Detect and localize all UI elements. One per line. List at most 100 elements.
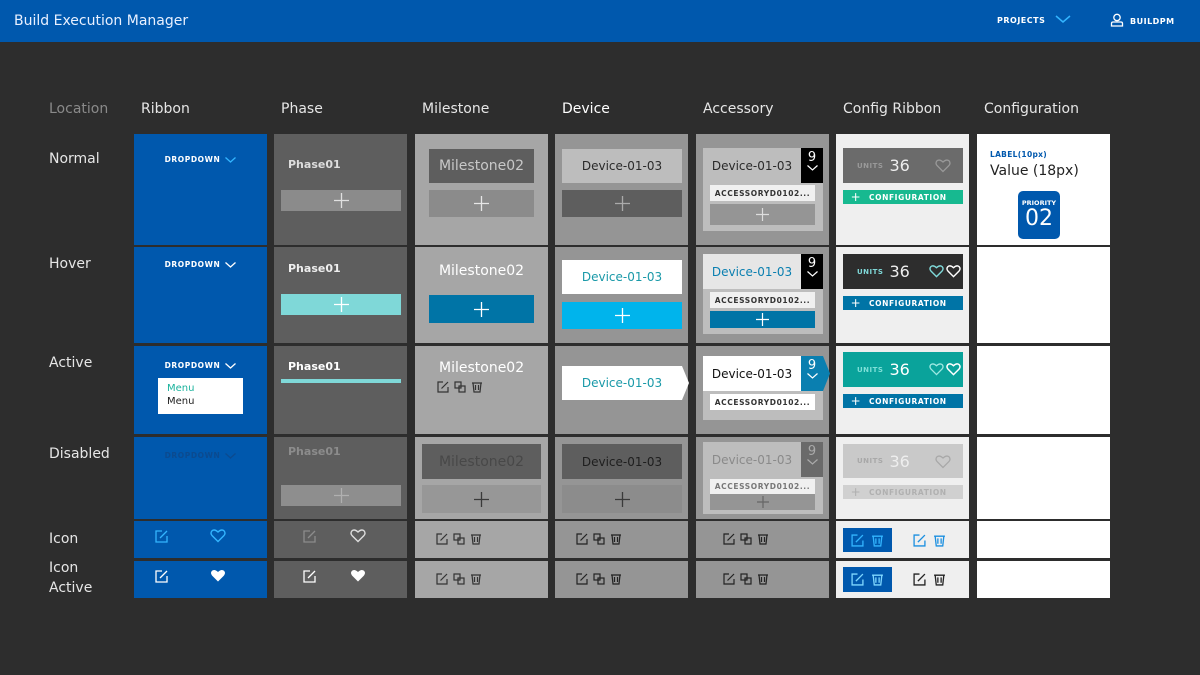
accessory-count-badge[interactable]: 9 xyxy=(801,356,830,391)
user-menu[interactable]: BUILDPM xyxy=(1110,13,1175,29)
device-hover[interactable]: Device-01-03 xyxy=(555,247,688,343)
configuration-icons-active xyxy=(977,561,1110,598)
ribbon-active[interactable]: DROPDOWN Menu Menu xyxy=(134,346,267,434)
copy-icon[interactable] xyxy=(593,533,605,545)
edit-icon[interactable] xyxy=(913,534,926,547)
edit-icon[interactable] xyxy=(302,529,317,548)
milestone-normal[interactable]: Milestone02 xyxy=(415,134,548,245)
trash-icon[interactable] xyxy=(471,381,483,393)
add-button[interactable] xyxy=(281,190,401,211)
config-ribbon-normal[interactable]: UNITS 36 + CONFIGURATION xyxy=(836,134,969,245)
phase-hover[interactable]: Phase01 xyxy=(274,247,407,343)
phase-active[interactable]: Phase01 xyxy=(274,346,407,434)
config-ribbon-active[interactable]: UNITS 36 + CONFIGURATION xyxy=(836,346,969,434)
accessory-active[interactable]: Device-01-03 9 ACCESSORYD0102... xyxy=(696,346,830,434)
heart-icon[interactable] xyxy=(350,528,366,547)
add-configuration-button[interactable]: + CONFIGURATION xyxy=(843,190,963,204)
plus-icon xyxy=(756,208,769,221)
copy-icon[interactable] xyxy=(454,381,466,393)
accessory-name[interactable]: ACCESSORYD0102... xyxy=(710,394,815,410)
accessory-name[interactable]: ACCESSORYD0102... xyxy=(710,185,815,201)
trash-icon[interactable] xyxy=(933,573,946,586)
heart-icon[interactable] xyxy=(929,264,944,278)
copy-icon[interactable] xyxy=(740,573,752,585)
add-button[interactable] xyxy=(710,204,815,225)
row-label-disabled: Disabled xyxy=(49,446,110,462)
add-configuration-button[interactable]: + CONFIGURATION xyxy=(843,296,963,310)
edit-icon[interactable] xyxy=(851,573,864,586)
row-label-active: Active xyxy=(49,355,93,371)
milestone-hover[interactable]: Milestone02 xyxy=(415,247,548,343)
accessory-name[interactable]: ACCESSORYD0102... xyxy=(710,292,815,308)
config-ribbon-hover[interactable]: UNITS 36 + CONFIGURATION xyxy=(836,247,969,343)
heart-icon[interactable] xyxy=(929,362,944,376)
add-button[interactable] xyxy=(429,295,534,323)
add-button[interactable] xyxy=(429,190,534,217)
trash-icon[interactable] xyxy=(757,533,769,545)
device-normal[interactable]: Device-01-03 xyxy=(555,134,688,245)
add-button[interactable] xyxy=(562,190,682,217)
menu-item[interactable]: Menu xyxy=(167,382,234,395)
edit-icon[interactable] xyxy=(154,529,169,548)
icon-group xyxy=(576,573,622,585)
units-box[interactable]: UNITS 36 xyxy=(843,254,963,289)
heart-filled-icon[interactable] xyxy=(350,568,366,587)
row-label-icon: Icon xyxy=(49,531,79,547)
add-button[interactable] xyxy=(562,302,682,329)
heart-icon[interactable] xyxy=(946,264,961,278)
plus-icon xyxy=(756,496,769,508)
edit-icon[interactable] xyxy=(154,569,169,588)
config-button-label: CONFIGURATION xyxy=(869,487,947,497)
copy-icon[interactable] xyxy=(740,533,752,545)
heart-icon[interactable] xyxy=(946,362,961,376)
icon-group xyxy=(723,533,769,545)
column-header-configuration: Configuration xyxy=(984,101,1079,117)
device-name: Device-01-03 xyxy=(711,452,793,467)
heart-icon[interactable] xyxy=(210,528,226,547)
dropdown[interactable]: DROPDOWN xyxy=(134,361,267,370)
edit-icon[interactable] xyxy=(576,573,588,585)
copy-icon[interactable] xyxy=(453,533,465,545)
add-button[interactable] xyxy=(710,311,815,328)
milestone-active[interactable]: Milestone02 xyxy=(415,346,548,434)
copy-icon[interactable] xyxy=(453,573,465,585)
edit-icon[interactable] xyxy=(437,381,449,393)
units-box[interactable]: UNITS 36 xyxy=(843,352,963,387)
edit-icon[interactable] xyxy=(436,533,448,545)
accessory-count-badge[interactable]: 9 xyxy=(801,148,823,183)
add-button[interactable] xyxy=(281,294,401,315)
trash-icon[interactable] xyxy=(470,573,482,585)
ribbon-hover[interactable]: DROPDOWN xyxy=(134,247,267,343)
trash-icon[interactable] xyxy=(871,534,884,547)
ribbon-normal[interactable]: DROPDOWN xyxy=(134,134,267,245)
heart-filled-icon[interactable] xyxy=(210,568,226,587)
edit-icon[interactable] xyxy=(723,573,735,585)
trash-icon[interactable] xyxy=(470,533,482,545)
copy-icon[interactable] xyxy=(593,573,605,585)
trash-icon[interactable] xyxy=(871,573,884,586)
accessory-normal[interactable]: Device-01-03 9 ACCESSORYD0102... xyxy=(696,134,829,245)
edit-icon[interactable] xyxy=(723,533,735,545)
edit-icon[interactable] xyxy=(436,573,448,585)
dropdown[interactable]: DROPDOWN xyxy=(134,260,267,269)
edit-icon[interactable] xyxy=(851,533,864,547)
trash-icon[interactable] xyxy=(610,533,622,545)
projects-dropdown[interactable]: PROJECTS xyxy=(997,15,1071,26)
heart-icon[interactable] xyxy=(935,158,951,173)
phase-name: Phase01 xyxy=(288,445,341,458)
units-box[interactable]: UNITS 36 xyxy=(843,148,963,183)
accessory-hover[interactable]: Device-01-03 9 ACCESSORYD0102... xyxy=(696,247,829,343)
edit-icon[interactable] xyxy=(913,573,926,586)
column-header-device: Device xyxy=(562,101,610,117)
menu-item[interactable]: Menu xyxy=(167,395,234,408)
edit-icon[interactable] xyxy=(302,569,317,588)
device-active[interactable]: Device-01-03 xyxy=(555,346,689,434)
add-configuration-button[interactable]: + CONFIGURATION xyxy=(843,394,963,408)
dropdown[interactable]: DROPDOWN xyxy=(134,155,267,164)
trash-icon[interactable] xyxy=(610,573,622,585)
trash-icon[interactable] xyxy=(757,573,769,585)
trash-icon[interactable] xyxy=(933,534,946,547)
phase-normal[interactable]: Phase01 xyxy=(274,134,407,245)
accessory-count-badge[interactable]: 9 xyxy=(801,254,823,289)
edit-icon[interactable] xyxy=(576,533,588,545)
